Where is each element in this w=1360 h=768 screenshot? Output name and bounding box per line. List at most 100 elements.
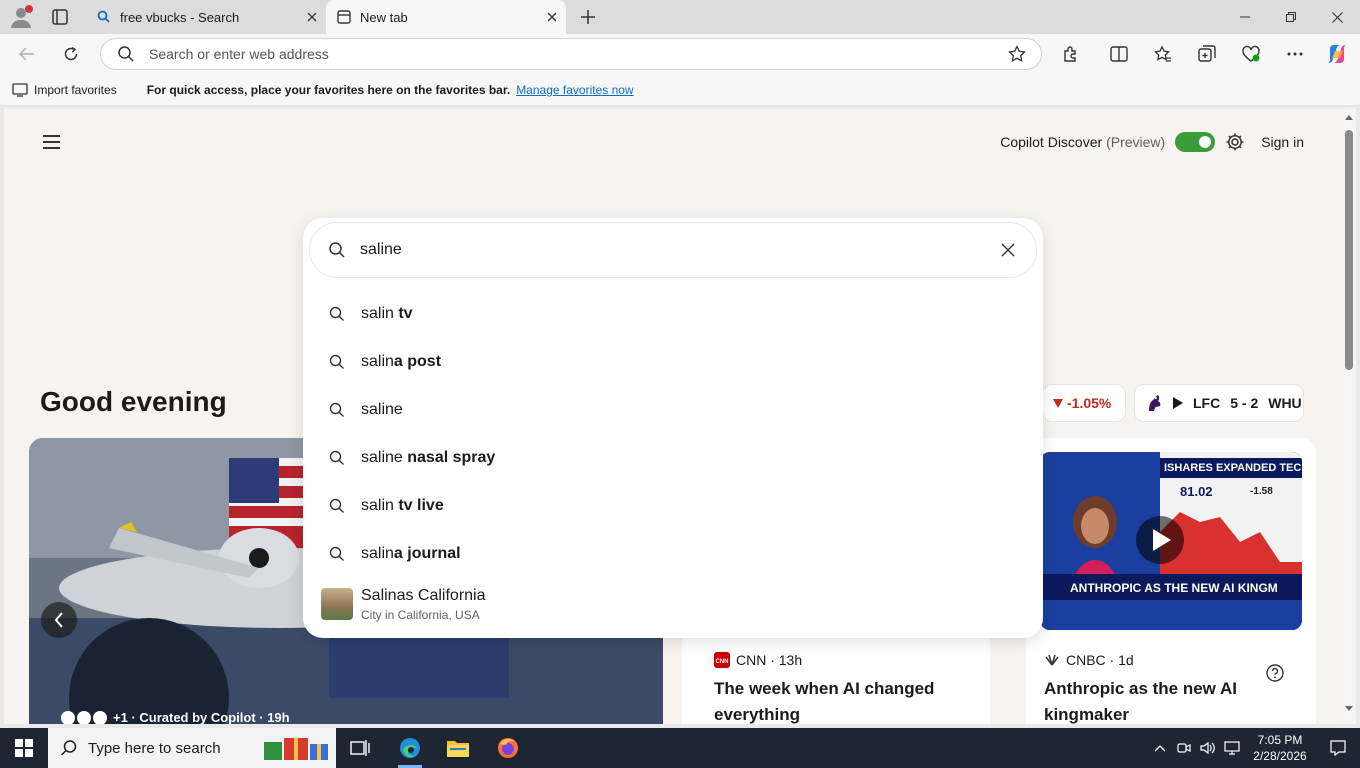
location-thumbnail xyxy=(321,588,353,620)
suggestion-completion: tv xyxy=(393,305,413,322)
split-screen-button[interactable] xyxy=(1104,40,1134,68)
edge-taskbar-button[interactable] xyxy=(386,728,434,768)
help-icon[interactable] xyxy=(1266,664,1284,682)
news-source-text: CNN · 13h xyxy=(736,652,803,668)
page-scrollbar[interactable] xyxy=(1342,108,1356,724)
close-tab-icon[interactable] xyxy=(538,3,566,31)
clear-search-icon[interactable] xyxy=(992,234,1024,266)
favorites-button[interactable] xyxy=(1148,40,1178,68)
ticker-title: ISHARES EXPANDED TECH-S xyxy=(1164,462,1302,474)
publisher-logos xyxy=(61,710,107,724)
sports-score-pill[interactable]: LFC 5 - 2 WHU xyxy=(1134,384,1304,422)
search-suggestion[interactable]: saline nasal spray xyxy=(303,434,1043,482)
scroll-up-icon xyxy=(1345,115,1353,120)
firefox-icon xyxy=(498,738,518,758)
hamburger-menu-icon[interactable] xyxy=(42,134,64,154)
refresh-icon xyxy=(64,46,78,61)
news-source: CNN CNN · 13h xyxy=(714,652,802,668)
meet-now-icon[interactable] xyxy=(1172,728,1196,768)
more-options-button[interactable] xyxy=(1280,40,1310,68)
copilot-discover-toggle[interactable] xyxy=(1175,132,1216,152)
tab-free-vbucks[interactable]: free vbucks - Search xyxy=(86,0,326,34)
ticker-value: 81.02 xyxy=(1180,484,1213,499)
notifications-icon[interactable] xyxy=(1316,728,1360,768)
taskbar-clock[interactable]: 7:05 PM 2/28/2026 xyxy=(1244,732,1316,764)
import-favorites-label: Import favorites xyxy=(34,82,117,97)
chevron-up-icon[interactable] xyxy=(1148,728,1172,768)
cnn-logo-icon: CNN xyxy=(714,652,730,668)
carousel-previous-button[interactable] xyxy=(41,602,77,638)
search-icon xyxy=(329,450,345,466)
copilot-button[interactable] xyxy=(1322,40,1352,68)
search-suggestion[interactable]: salin a journal xyxy=(303,530,1043,578)
page-search-box[interactable] xyxy=(309,222,1037,278)
suggestion-prefix: saline xyxy=(361,449,403,466)
task-view-icon xyxy=(350,740,370,756)
tab-actions-icon[interactable] xyxy=(46,6,74,28)
restore-button[interactable] xyxy=(1268,0,1314,34)
tab-new-tab[interactable]: New tab xyxy=(326,0,566,34)
windows-taskbar: Type here to search 7:05 PM 2/28/2026 xyxy=(0,728,1360,768)
firefox-taskbar-button[interactable] xyxy=(484,728,532,768)
news-headline[interactable]: The week when AI changed everything xyxy=(714,676,974,724)
sign-in-link[interactable]: Sign in xyxy=(1261,134,1304,150)
stock-ticker-pill[interactable]: -1.05% xyxy=(1042,384,1126,422)
search-suggestions-panel: salin tv salina post saline saline nasal… xyxy=(303,218,1043,638)
new-tab-button[interactable] xyxy=(574,4,602,30)
split-screen-icon xyxy=(1110,46,1128,62)
play-icon xyxy=(1173,397,1183,409)
address-bar[interactable] xyxy=(100,38,1042,70)
minimize-button[interactable] xyxy=(1222,0,1268,34)
import-favorites-button[interactable]: Import favorites xyxy=(12,83,117,97)
video-thumbnail[interactable]: ISHARES EXPANDED TECH-S 81.02 -1.58 ANTH… xyxy=(1040,452,1302,630)
clock-date: 2/28/2026 xyxy=(1253,749,1307,763)
suggestion-completion: a journal xyxy=(393,545,461,562)
location-suggestion[interactable]: Salinas California City in California, U… xyxy=(303,580,1043,628)
taskbar-search-box[interactable]: Type here to search xyxy=(48,728,336,768)
taskbar-search-placeholder: Type here to search xyxy=(88,739,221,757)
favorites-bar-message: For quick access, place your favorites h… xyxy=(146,82,511,97)
file-explorer-button[interactable] xyxy=(434,728,482,768)
network-icon[interactable] xyxy=(1220,728,1244,768)
volume-icon[interactable] xyxy=(1196,728,1220,768)
search-icon xyxy=(328,241,346,259)
copilot-icon xyxy=(1328,45,1346,63)
clock-time: 7:05 PM xyxy=(1257,733,1303,747)
hero-caption-text: +1 · Curated by Copilot · 19h xyxy=(113,710,290,724)
news-source: CNBC · 1d xyxy=(1044,652,1134,668)
news-headline[interactable]: Anthropic as the new AI kingmaker xyxy=(1044,676,1284,724)
browser-essentials-button[interactable] xyxy=(1236,40,1266,68)
scrollbar-thumb[interactable] xyxy=(1345,130,1353,370)
search-suggestion[interactable]: saline xyxy=(303,386,1043,434)
hero-caption: +1 · Curated by Copilot · 19h xyxy=(61,710,290,724)
search-icon xyxy=(329,546,345,562)
task-view-button[interactable] xyxy=(336,728,384,768)
start-button[interactable] xyxy=(0,728,48,768)
collections-button[interactable] xyxy=(1192,40,1222,68)
search-icon xyxy=(329,402,345,418)
extensions-button[interactable] xyxy=(1056,40,1086,68)
address-input[interactable] xyxy=(149,46,1003,62)
folder-icon xyxy=(447,741,469,757)
page-search-input[interactable] xyxy=(360,241,992,259)
close-tab-icon[interactable] xyxy=(298,3,326,31)
search-icon xyxy=(96,9,112,25)
search-suggestion[interactable]: salin tv live xyxy=(303,482,1043,530)
refresh-button[interactable] xyxy=(56,40,86,68)
settings-gear-icon[interactable] xyxy=(1225,132,1245,152)
copilot-discover-text: Copilot Discover xyxy=(1000,134,1103,150)
search-suggestion[interactable]: salin a post xyxy=(303,338,1043,386)
tab-strip: free vbucks - Search New tab xyxy=(0,0,1360,34)
close-window-button[interactable] xyxy=(1314,0,1360,34)
favorites-bar: Import favorites For quick access, place… xyxy=(0,74,1360,106)
favorite-star-icon[interactable] xyxy=(1003,40,1031,68)
manage-favorites-link[interactable]: Manage favorites now xyxy=(516,83,633,97)
suggestion-completion: tv live xyxy=(393,497,444,514)
search-suggestion[interactable]: salin tv xyxy=(303,290,1043,338)
suggestion-prefix: salin xyxy=(361,545,394,562)
import-icon xyxy=(12,82,28,97)
profile-icon[interactable] xyxy=(8,4,36,30)
tab-label: free vbucks - Search xyxy=(120,9,240,25)
edge-icon xyxy=(400,738,420,758)
back-button[interactable] xyxy=(12,40,42,68)
